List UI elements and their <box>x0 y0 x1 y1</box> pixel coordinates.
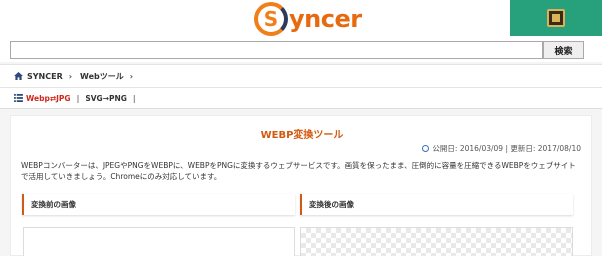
tool-description: WEBPコンバーターは、JPEGやPNGをWEBPに、WEBPをPNGに変換する… <box>21 161 576 181</box>
publish-dates: 公開日: 2016/03/09 | 更新日: 2017/08/10 <box>422 143 581 154</box>
main-content: WEBP変換ツール 公開日: 2016/03/09 | 更新日: 2017/08… <box>10 115 592 256</box>
page-title: WEBP変換ツール <box>260 130 344 141</box>
clock-icon <box>422 145 430 152</box>
dates-text: 公開日: 2016/03/09 | 更新日: 2017/08/10 <box>432 144 581 153</box>
site-header: S yncer <box>0 0 602 38</box>
search-input[interactable] <box>10 41 543 59</box>
chevron-right-icon: › <box>68 71 73 81</box>
converted-image-area <box>300 227 573 256</box>
logo-s-mark: S <box>254 2 288 36</box>
video-button[interactable] <box>510 0 602 36</box>
home-icon <box>14 72 23 80</box>
subnav-item-svg-png[interactable]: SVG→PNG <box>85 94 127 103</box>
breadcrumb-item-webtools[interactable]: Webツール <box>80 71 124 82</box>
image-drop-area[interactable] <box>23 227 295 256</box>
search-button[interactable]: 検索 <box>543 41 584 59</box>
site-logo[interactable]: S yncer <box>254 2 362 36</box>
breadcrumb-item-syncer[interactable]: SYNCER <box>27 72 63 81</box>
divider <box>0 108 602 109</box>
subnav-item-webp-jpg[interactable]: Webp⇄JPG <box>26 94 71 103</box>
subnav-separator: | <box>76 93 80 103</box>
section-after-heading: 変換後の画像 <box>300 194 573 215</box>
list-icon <box>14 94 23 102</box>
breadcrumb: SYNCER › Webツール › <box>0 65 602 87</box>
tool-subnav: Webp⇄JPG | SVG→PNG | <box>0 88 602 108</box>
film-icon <box>547 9 565 27</box>
section-before-heading: 変換前の画像 <box>22 194 295 215</box>
chevron-right-icon: › <box>129 71 134 81</box>
logo-text: yncer <box>289 5 362 33</box>
search-bar: 検索 <box>0 38 602 62</box>
subnav-separator: | <box>132 93 136 103</box>
